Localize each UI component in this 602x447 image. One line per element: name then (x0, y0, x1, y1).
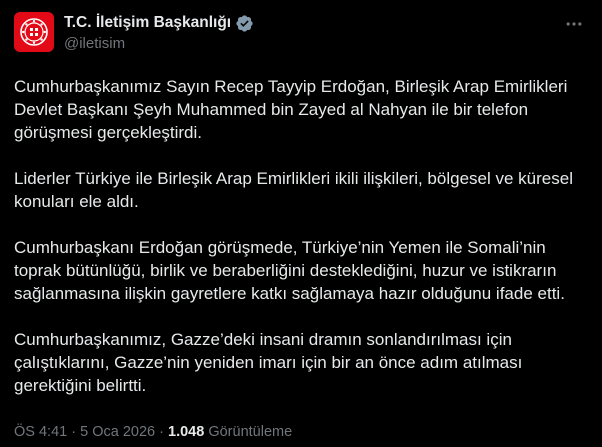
seal-logo-icon (20, 18, 48, 46)
tweet-date[interactable]: 5 Oca 2026 (80, 424, 155, 440)
tweet-card: T.C. İletişim Başkanlığı @iletisim Cumhu… (0, 0, 602, 447)
tweet-paragraph: Cumhurbaşkanımız, Gazze’deki insani dram… (14, 330, 523, 395)
views-count: 1.048 (168, 424, 205, 440)
account-handle[interactable]: @iletisim (64, 35, 254, 52)
meta-separator: · (159, 424, 164, 440)
name-row: T.C. İletişim Başkanlığı (64, 12, 254, 34)
more-options-button[interactable] (562, 12, 586, 36)
tweet-paragraph: Liderler Türkiye ile Birleşik Arap Emirl… (14, 169, 573, 211)
more-horizontal-icon (566, 22, 582, 26)
account-names: T.C. İletişim Başkanlığı @iletisim (64, 12, 254, 52)
tweet-text: Cumhurbaşkanımız Sayın Recep Tayyip Erdo… (14, 75, 594, 397)
display-name[interactable]: T.C. İletişim Başkanlığı (64, 14, 231, 32)
tweet-header: T.C. İletişim Başkanlığı @iletisim (14, 12, 586, 58)
meta-separator: · (71, 424, 77, 440)
tweet-paragraph: Cumhurbaşkanımız Sayın Recep Tayyip Erdo… (14, 77, 568, 142)
avatar[interactable] (14, 12, 54, 52)
tweet-paragraph: Cumhurbaşkanı Erdoğan görüşmede, Türkiye… (14, 238, 565, 303)
tweet-meta: ÖS 4:41 · 5 Oca 2026 · 1.048 Görüntüleme (14, 424, 292, 440)
tweet-time[interactable]: ÖS 4:41 (14, 424, 67, 440)
verified-badge-icon[interactable] (235, 14, 254, 33)
views-label: Görüntüleme (208, 424, 293, 440)
